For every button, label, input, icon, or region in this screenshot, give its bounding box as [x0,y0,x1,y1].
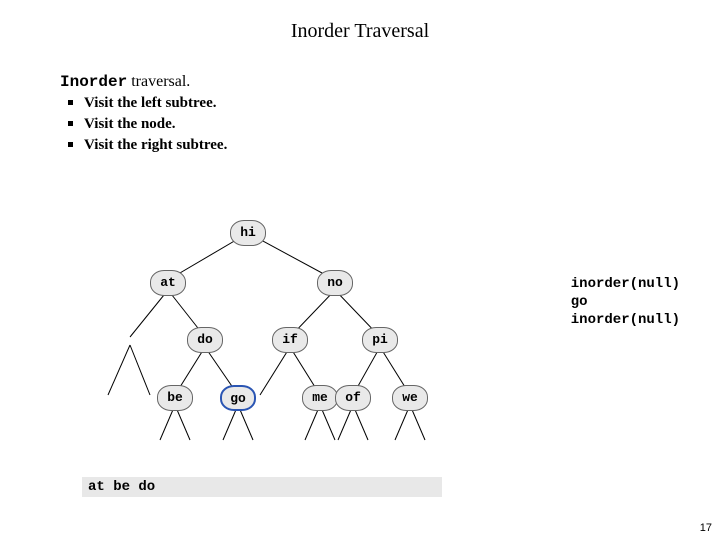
tree-node-hi: hi [230,220,266,246]
content-block: Inorder traversal. Visit the left subtre… [0,43,720,156]
tree-node-be: be [157,385,193,411]
bullet-item: Visit the right subtree. [68,135,720,156]
heading-suffix: traversal. [127,73,190,90]
tree-node-at: at [150,270,186,296]
result-bar: at be do [82,477,442,497]
tree-node-me: me [302,385,338,411]
tree-node-if: if [272,327,308,353]
tree-node-pi: pi [362,327,398,353]
tree-node-do: do [187,327,223,353]
tree-node-of: of [335,385,371,411]
page-number: 17 [700,522,712,534]
tree-node-we: we [392,385,428,411]
tree-edges [60,215,660,475]
page-title: Inorder Traversal [0,0,720,43]
tree-diagram: hi at no do if pi be go me of we [60,215,660,475]
heading-prefix: Inorder [60,73,127,91]
tree-node-no: no [317,270,353,296]
bullet-item: Visit the left subtree. [68,93,720,114]
bullet-item: Visit the node. [68,114,720,135]
tree-node-go: go [220,385,256,411]
heading-line: Inorder traversal. [60,73,720,91]
bullet-list: Visit the left subtree. Visit the node. … [68,93,720,156]
